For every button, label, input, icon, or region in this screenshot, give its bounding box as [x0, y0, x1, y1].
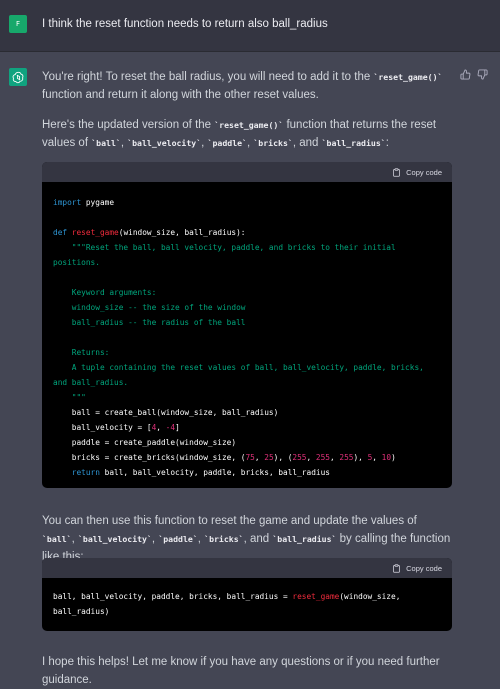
user-message-row: F I think the reset function needs to re… [0, 0, 500, 52]
code-block-reset-game: Copy code import pygame def reset_game(w… [42, 162, 452, 488]
inline-code: `reset_game()` [373, 72, 443, 82]
clipboard-icon [393, 563, 401, 573]
code-block-usage: Copy code ball, ball_velocity, paddle, b… [42, 558, 452, 631]
assistant-message-row: You're right! To reset the ball radius, … [0, 52, 500, 686]
inline-code: `reset_game()` [214, 120, 284, 130]
inline-code: `bricks` [253, 138, 293, 148]
thumbs-up-icon[interactable] [460, 69, 471, 80]
assistant-paragraph-1: You're right! To reset the ball radius, … [42, 71, 443, 101]
copy-code-button[interactable]: Copy code [392, 564, 442, 573]
inline-code: `ball` [91, 138, 121, 148]
code-content: ball, ball_velocity, paddle, bricks, bal… [53, 592, 401, 616]
chatgpt-logo-icon [9, 68, 27, 86]
user-message-text: I think the reset function needs to retu… [42, 18, 328, 30]
assistant-paragraph-4: I hope this helps! Let me know if you ha… [42, 656, 440, 686]
code-content: import pygame def reset_game(window_size… [53, 198, 424, 477]
thumbs-down-icon[interactable] [477, 69, 488, 80]
inline-code: `ball_velocity` [77, 534, 152, 544]
code-block-header: Copy code [42, 558, 452, 578]
inline-code: `paddle` [158, 534, 198, 544]
feedback-buttons [460, 69, 488, 80]
inline-code: `bricks` [204, 534, 244, 544]
assistant-paragraph-2: Here's the updated version of the `reset… [42, 119, 437, 149]
inline-code: `ball_radius` [321, 138, 386, 148]
inline-code: `paddle` [207, 138, 247, 148]
user-avatar: F [9, 15, 27, 33]
inline-code: `ball` [42, 534, 72, 544]
code-block-header: Copy code [42, 162, 452, 182]
inline-code: `ball_radius` [272, 534, 337, 544]
copy-code-button[interactable]: Copy code [392, 168, 442, 177]
clipboard-icon [393, 167, 401, 177]
inline-code: `ball_velocity` [127, 138, 202, 148]
